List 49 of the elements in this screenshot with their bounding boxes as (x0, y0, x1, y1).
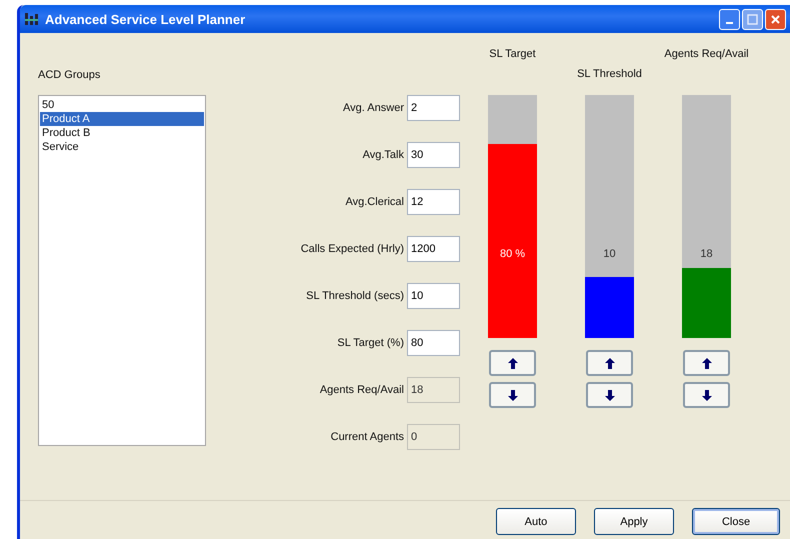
minimize-button[interactable] (719, 8, 740, 30)
maximize-button[interactable] (742, 8, 763, 30)
close-button[interactable] (765, 8, 786, 30)
increase-button[interactable] (586, 350, 633, 376)
close-icon (770, 14, 781, 24)
field-label: SL Target (%) (337, 337, 404, 349)
gauge-reading: 80 % (498, 248, 526, 260)
dialog-button[interactable]: Close (692, 508, 780, 535)
increase-button[interactable] (489, 350, 536, 376)
app-icon (24, 11, 40, 27)
list-item[interactable]: Product A (40, 112, 204, 126)
gauge-title: SL Target (489, 47, 536, 62)
gauge-reading: 10 (602, 248, 617, 260)
down-arrow-icon (700, 388, 712, 402)
group-list[interactable]: 50 Product A Product B Service (38, 95, 206, 446)
list-item[interactable]: Product B (40, 126, 204, 140)
dialog-button[interactable]: Apply (594, 508, 674, 535)
list-label: ACD Groups (38, 68, 102, 82)
field-label: SL Threshold (secs) (306, 290, 404, 302)
down-arrow-icon (604, 388, 616, 402)
window-title: Advanced Service Level Planner (45, 12, 246, 26)
field-label: Calls Expected (Hrly) (300, 243, 404, 255)
field-label: Current Agents (330, 431, 404, 443)
input-field[interactable]: 2 (407, 95, 460, 121)
maximize-icon (747, 14, 758, 24)
list-item[interactable]: Service (40, 140, 204, 154)
down-arrow-icon (506, 388, 518, 402)
dialog-button[interactable]: Auto (496, 508, 576, 535)
decrease-button[interactable] (586, 382, 633, 408)
up-arrow-icon (604, 356, 616, 370)
decrease-button[interactable] (683, 382, 730, 408)
list-item[interactable]: 50 (40, 98, 204, 112)
decrease-button[interactable] (489, 382, 536, 408)
input-field[interactable]: 12 (407, 189, 460, 215)
input-field[interactable]: 80 (407, 330, 460, 356)
input-field[interactable]: 10 (407, 283, 460, 309)
up-arrow-icon (700, 356, 712, 370)
field-label: Agents Req/Avail (320, 384, 404, 396)
minimize-icon (726, 22, 733, 24)
gauge-title: SL Threshold (577, 67, 642, 82)
increase-button[interactable] (683, 350, 730, 376)
up-arrow-icon (506, 356, 518, 370)
field-label: Avg.Clerical (346, 196, 404, 208)
gauge-reading: 18 (699, 248, 714, 260)
gauge-title: Agents Req/Avail (664, 47, 749, 62)
field-label: Avg. Answer (343, 102, 404, 114)
field-label: Avg.Talk (362, 149, 404, 161)
input-field[interactable]: 30 (407, 142, 460, 168)
input-field[interactable]: 1200 (407, 236, 460, 262)
